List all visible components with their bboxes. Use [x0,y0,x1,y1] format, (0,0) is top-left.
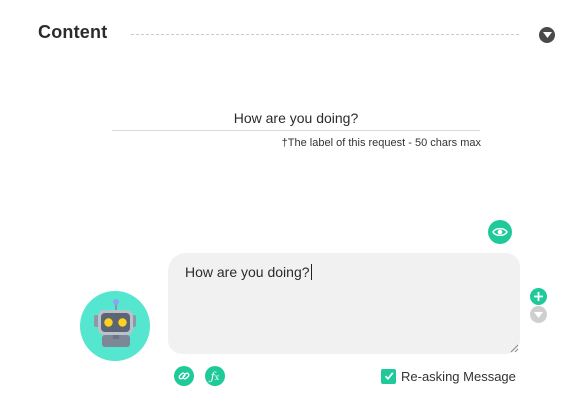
message-value: How are you doing? [185,264,310,280]
eye-icon [492,227,508,237]
link-icon [178,372,190,380]
function-button[interactable]: ƒx [205,366,225,386]
robot-icon [94,299,136,347]
collapse-button[interactable] [539,27,555,43]
chevron-down-icon [542,32,552,38]
message-text[interactable]: How are you doing? [185,264,312,280]
bot-avatar [80,291,150,361]
reask-label: Re-asking Message [401,368,516,384]
request-label-input[interactable] [112,106,480,131]
text-cursor [310,264,312,280]
preview-button[interactable] [488,220,512,244]
content-panel: Content †The label of this request - 50 … [0,0,583,409]
link-button[interactable] [174,366,194,386]
arrow-down-icon [534,311,543,318]
plus-icon [534,292,543,301]
fx-icon: ƒx [210,369,220,383]
section-divider [131,34,519,35]
move-down-button[interactable] [530,306,547,323]
resize-handle-icon[interactable] [510,344,519,353]
message-bubble[interactable]: How are you doing? [168,253,520,354]
check-icon [384,372,394,381]
request-label-hint: †The label of this request - 50 chars ma… [281,137,481,149]
reask-option[interactable]: Re-asking Message [381,368,516,384]
section-title: Content [38,22,108,42]
add-message-button[interactable] [530,288,547,305]
reask-checkbox[interactable] [381,368,396,384]
